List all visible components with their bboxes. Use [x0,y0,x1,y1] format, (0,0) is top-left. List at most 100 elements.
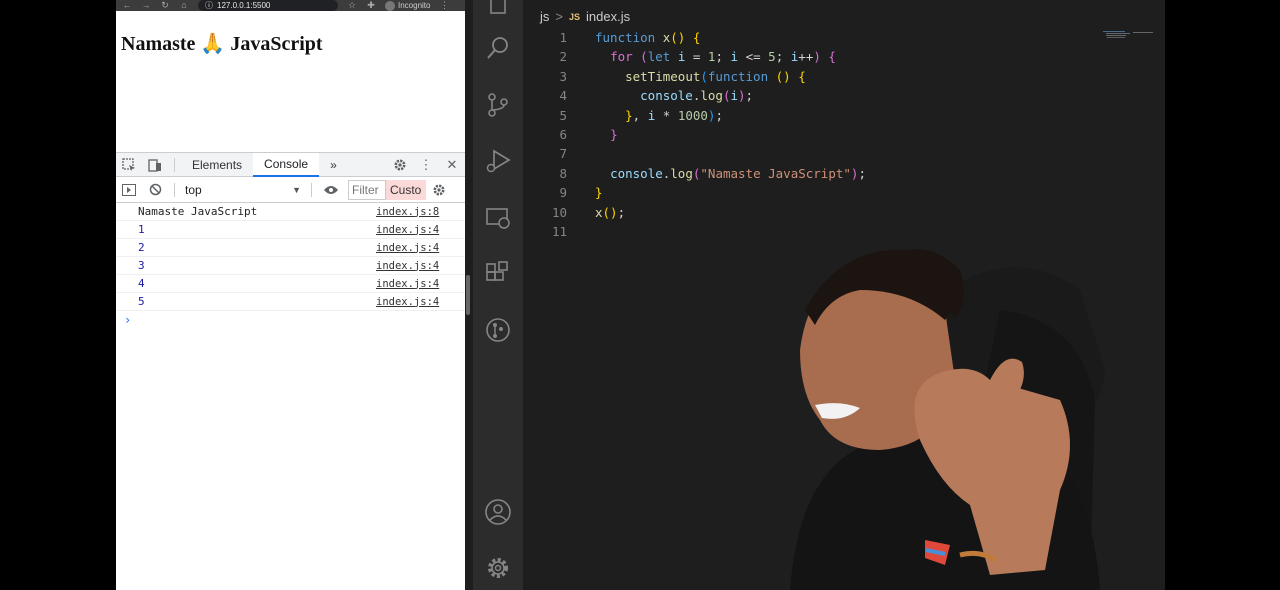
breadcrumb: js > JS index.js [540,9,630,24]
code-text: x(); [595,204,626,220]
code-line: 10 x(); [523,203,625,222]
incognito-label: Incognito [398,1,431,10]
line-number: 9 [559,185,567,201]
browser-toolbar: ← → ↻ ⌂ ⓘ 127.0.0.1:5500 ☆ ✚ Incognito ⋮ [116,0,465,11]
prompt-chevron-icon: › [124,313,132,327]
toolbar-divider [174,157,175,172]
code-line: 3 setTimeout(function () { [523,67,805,86]
console-source-link[interactable]: index.js:4 [376,224,439,236]
reload-icon[interactable]: ↻ [160,0,170,11]
context-selector[interactable]: top ▼ [181,180,305,200]
git-graph-icon[interactable] [484,316,512,344]
code-line: 11 [523,222,567,241]
dropdown-arrow-icon: ▼ [292,184,301,195]
browser-menu-icon[interactable]: ⋮ [439,0,449,11]
console-message: 5 index.js:4 [116,293,465,311]
run-debug-icon[interactable] [484,147,512,175]
code-text: for (let i = 1; i <= 5; i++) { [610,49,836,65]
console-filter-input[interactable]: Filter [348,179,386,200]
code-text: } [610,127,618,142]
search-icon[interactable] [484,34,512,62]
device-toolbar-icon[interactable] [142,153,168,177]
back-icon[interactable]: ← [122,0,132,11]
line-number: 8 [559,165,567,181]
inspect-element-icon[interactable] [116,153,142,177]
letterbox-bar [1165,0,1280,590]
incognito-icon [385,0,395,11]
info-icon: ⓘ [205,1,213,10]
toolbar-divider [174,182,175,197]
console-source-link[interactable]: index.js:4 [376,242,439,254]
forward-icon[interactable]: → [141,0,151,11]
console-toolbar: top ▼ Filter Custo [116,177,465,203]
code-line: 2 for (let i = 1; i <= 5; i++) { [523,47,835,66]
live-expression-eye-icon[interactable] [318,178,344,202]
bookmark-star-icon[interactable]: ☆ [347,0,357,11]
split-resize-handle[interactable] [466,275,470,315]
address-bar[interactable]: ⓘ 127.0.0.1:5500 [198,0,338,11]
clear-console-icon[interactable] [142,178,168,202]
line-number: 7 [559,146,567,162]
remote-explorer-icon[interactable] [484,204,512,232]
devtools-tabbar: Elements Console » ⋮ ✕ [116,152,465,177]
line-number: 11 [551,224,567,239]
browser-window: ← → ↻ ⌂ ⓘ 127.0.0.1:5500 ☆ ✚ Incognito ⋮… [116,0,465,590]
line-number: 10 [551,204,567,220]
code-text: }, i * 1000); [625,107,723,123]
line-number: 5 [559,107,567,123]
page-title: Namaste 🙏 JavaScript [121,33,323,55]
toolbar-divider [311,182,312,197]
extensions-puzzle-icon[interactable]: ✚ [366,0,376,11]
url-text: 127.0.0.1:5500 [217,1,271,10]
line-number: 6 [559,127,567,142]
account-icon[interactable] [484,498,512,526]
line-number: 3 [559,68,567,84]
console-output: Namaste JavaScript index.js:8 1 index.js… [116,203,465,329]
console-message: 4 index.js:4 [116,275,465,293]
code-line: 9 } [523,183,602,202]
code-line: 5 }, i * 1000); [523,106,723,125]
console-settings-icon[interactable] [426,178,452,202]
code-line: 8 console.log("Namaste JavaScript"); [523,164,866,183]
console-source-link[interactable]: index.js:4 [376,296,439,308]
code-text: console.log("Namaste JavaScript"); [610,165,866,181]
console-source-link[interactable]: index.js:8 [376,206,439,218]
console-source-link[interactable]: index.js:4 [376,278,439,290]
devtools-menu-icon[interactable]: ⋮ [413,153,439,177]
console-message: 2 index.js:4 [116,239,465,257]
console-source-link[interactable]: index.js:4 [376,260,439,272]
console-prompt[interactable]: › [116,311,465,329]
console-message: 1 index.js:4 [116,221,465,239]
code-text: setTimeout(function () { [625,68,806,84]
javascript-file-icon: JS [568,11,580,22]
devtools-panel: Elements Console » ⋮ ✕ top ▼ Filter Cust… [116,152,465,590]
more-tabs-button[interactable]: » [319,153,348,177]
extensions-icon[interactable] [484,260,512,288]
tab-elements[interactable]: Elements [181,153,253,177]
log-levels-dropdown[interactable]: Custo [386,179,426,200]
breadcrumb-file[interactable]: index.js [586,9,630,24]
breadcrumb-folder[interactable]: js [540,9,549,24]
presenter-video-overlay [790,249,1105,590]
code-text: function x() { [595,30,701,45]
close-devtools-icon[interactable]: ✕ [439,153,465,177]
breadcrumb-separator: > [555,9,563,24]
settings-gear-icon[interactable] [484,554,512,582]
console-message: 3 index.js:4 [116,257,465,275]
explorer-icon[interactable] [484,0,512,20]
minimap[interactable] [1103,28,1153,40]
code-text: console.log(i); [640,88,754,104]
activity-bar [473,0,523,590]
home-icon[interactable]: ⌂ [179,0,189,11]
source-control-icon[interactable] [484,91,512,119]
code-line: 6 } [523,125,617,144]
code-text: } [595,185,603,201]
code-line: 1 function x() { [523,28,700,47]
line-number: 1 [559,30,567,45]
show-sidebar-icon[interactable] [116,178,142,202]
devtools-settings-icon[interactable] [387,153,413,177]
line-number: 4 [559,88,567,104]
code-line: 7 [523,144,567,163]
tab-console[interactable]: Console [253,152,320,177]
incognito-badge[interactable]: Incognito [385,0,430,11]
